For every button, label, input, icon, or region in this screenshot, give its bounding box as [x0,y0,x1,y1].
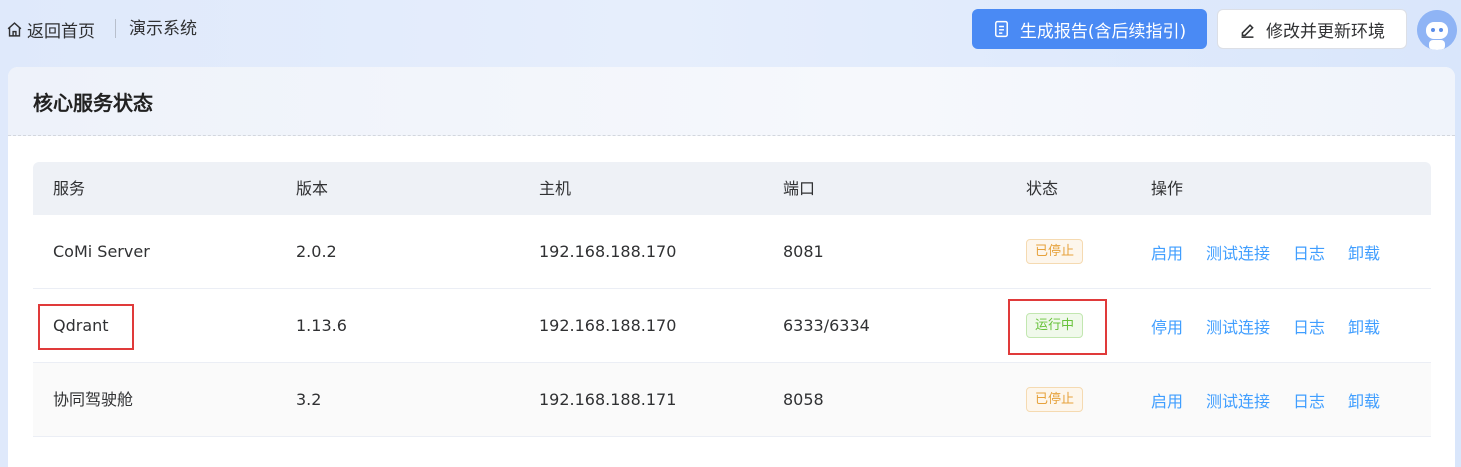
document-icon [994,20,1008,38]
test-connection-link[interactable]: 测试连接 [1206,388,1270,412]
uninstall-link[interactable]: 卸载 [1348,388,1380,412]
service-port: 8081 [783,242,824,261]
uninstall-link[interactable]: 卸载 [1348,240,1380,264]
service-host: 192.168.188.170 [539,242,677,261]
header-host: 主机 [539,179,572,198]
test-connection-link[interactable]: 测试连接 [1206,314,1270,338]
service-name: 协同驾驶舱 [53,390,134,409]
test-connection-link[interactable]: 测试连接 [1206,240,1270,264]
enable-link[interactable]: 启用 [1151,240,1183,264]
modify-env-button[interactable]: 修改并更新环境 [1217,9,1407,49]
table-header: 服务 版本 主机 端口 状态 操作 [33,162,1431,215]
core-services-card: 核心服务状态 服务 版本 主机 端口 状态 操作 CoMi Server 2.0… [8,67,1455,467]
row-actions: 启用 测试连接 日志 卸载 [1151,215,1403,288]
card-header: 核心服务状态 [8,67,1455,136]
service-host: 192.168.188.171 [539,390,677,409]
highlight-box-service [38,304,134,350]
service-version: 3.2 [296,390,322,409]
generate-report-label: 生成报告(含后续指引) [1019,21,1187,42]
edit-icon [1241,23,1254,38]
table-row: Qdrant 1.13.6 192.168.188.170 6333/6334 … [33,289,1431,363]
status-badge: 已停止 [1026,239,1084,264]
robot-avatar-icon [1417,10,1457,50]
nav-divider [115,19,116,38]
service-port: 8058 [783,390,824,409]
services-table: 服务 版本 主机 端口 状态 操作 CoMi Server 2.0.2 192.… [33,162,1431,437]
service-port: 6333/6334 [783,316,870,335]
table-row: 协同驾驶舱 3.2 192.168.188.171 8058 已停止 启用 测试… [33,363,1431,437]
card-title: 核心服务状态 [33,91,153,115]
disable-link[interactable]: 停用 [1151,314,1183,338]
system-name: 演示系统 [129,19,197,39]
header-service: 服务 [53,179,86,198]
header-port: 端口 [783,179,816,198]
service-name: CoMi Server [53,242,150,261]
logs-link[interactable]: 日志 [1293,240,1325,264]
enable-link[interactable]: 启用 [1151,388,1183,412]
service-host: 192.168.188.170 [539,316,677,335]
service-version: 2.0.2 [296,242,337,261]
highlight-box-status [1008,299,1107,355]
table-row: CoMi Server 2.0.2 192.168.188.170 8081 已… [33,215,1431,289]
home-icon [7,21,22,37]
logs-link[interactable]: 日志 [1293,314,1325,338]
generate-report-button[interactable]: 生成报告(含后续指引) [972,9,1207,49]
user-avatar[interactable] [1417,10,1457,50]
service-version: 1.13.6 [296,316,347,335]
top-bar: 返回首页 演示系统 生成报告(含后续指引) 修改并更新环境 [0,0,1461,60]
modify-env-label: 修改并更新环境 [1266,21,1385,42]
row-actions: 停用 测试连接 日志 卸载 [1151,289,1403,362]
back-home-label: 返回首页 [27,21,95,42]
header-actions: 操作 [1151,179,1184,198]
header-status: 状态 [1026,179,1059,198]
header-version: 版本 [296,179,329,198]
logs-link[interactable]: 日志 [1293,388,1325,412]
back-home-link[interactable]: 返回首页 [6,17,95,42]
uninstall-link[interactable]: 卸载 [1348,314,1380,338]
status-badge: 已停止 [1026,387,1084,412]
row-actions: 启用 测试连接 日志 卸载 [1151,363,1403,436]
